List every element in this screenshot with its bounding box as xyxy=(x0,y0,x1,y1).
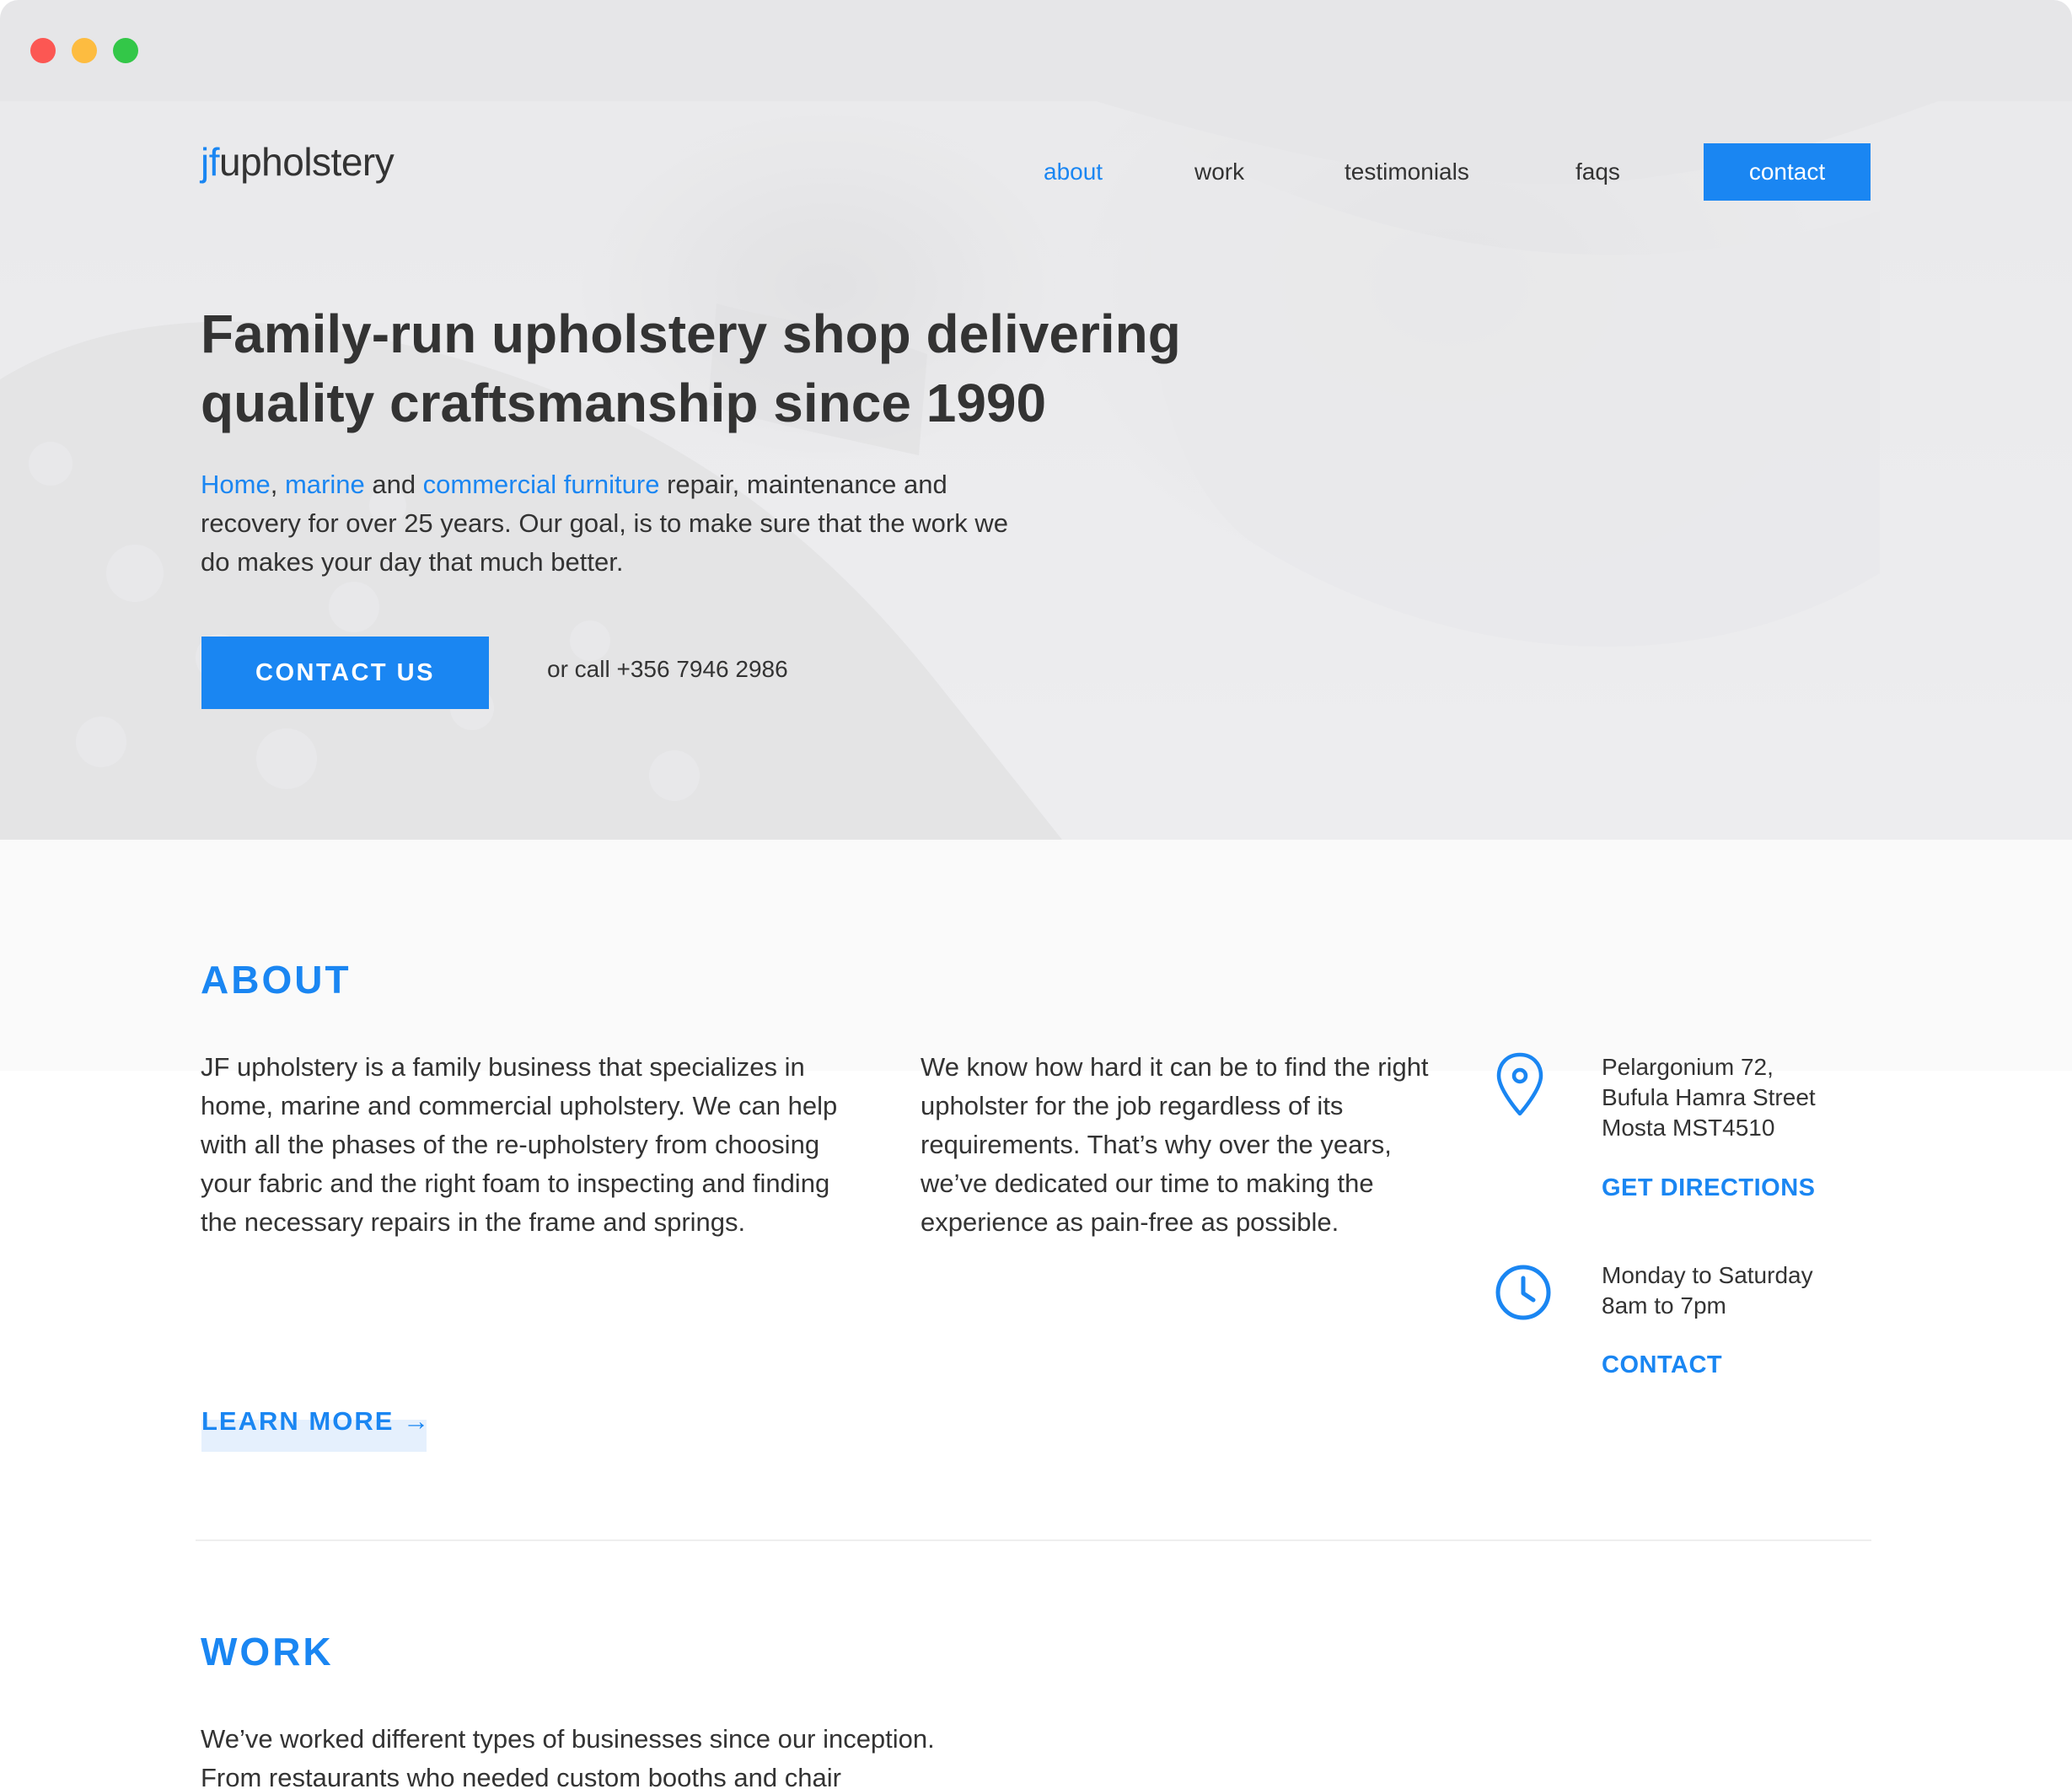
about-title: ABOUT xyxy=(201,958,352,1002)
get-directions-link[interactable]: GET DIRECTIONS xyxy=(1602,1174,1816,1202)
hours-line-1: Monday to Saturday xyxy=(1602,1262,1813,1288)
nav-about[interactable]: about xyxy=(1044,158,1103,185)
hero-headline-line1: Family-run upholstery shop delivering xyxy=(201,304,1181,364)
hours-line-2: 8am to 7pm xyxy=(1602,1292,1726,1319)
address-line-2: Bufula Hamra Street xyxy=(1602,1084,1816,1110)
learn-more-link[interactable]: LEARN MORE → xyxy=(201,1406,431,1437)
hero-headline-line2: quality craftsmanship since 1990 xyxy=(201,373,1047,433)
about-band-background xyxy=(0,840,2072,1071)
nav-work[interactable]: work xyxy=(1194,158,1244,185)
clock-icon xyxy=(1495,1265,1551,1320)
work-paragraph-line1: We’ve worked different types of business… xyxy=(201,1724,935,1754)
hero-headline: Family-run upholstery shop delivering qu… xyxy=(201,299,1212,438)
link-commercial-furniture[interactable]: commercial furniture xyxy=(423,470,660,499)
address-text: Pelargonium 72, Bufula Hamra Street Most… xyxy=(1602,1052,1816,1143)
nav-contact-button[interactable]: contact xyxy=(1704,143,1871,201)
site-logo[interactable]: jfupholstery xyxy=(201,139,395,185)
link-marine[interactable]: marine xyxy=(285,470,365,499)
hero-description: Home, marine and commercial furniture re… xyxy=(201,465,1010,582)
work-paragraph-line2: From restaurants who needed custom booth… xyxy=(201,1763,841,1789)
window-maximize-button[interactable] xyxy=(113,38,138,63)
about-paragraph-1: JF upholstery is a family business that … xyxy=(201,1052,838,1237)
section-divider xyxy=(196,1539,1871,1541)
address-line-1: Pelargonium 72, xyxy=(1602,1054,1774,1080)
opening-hours-text: Monday to Saturday 8am to 7pm xyxy=(1602,1260,1813,1321)
map-pin-icon xyxy=(1496,1052,1543,1116)
call-phone-text: or call +356 7946 2986 xyxy=(547,656,788,682)
logo-mark: jf xyxy=(201,140,220,184)
work-title: WORK xyxy=(201,1630,334,1673)
nav-testimonials[interactable]: testimonials xyxy=(1345,158,1469,185)
contact-link[interactable]: CONTACT xyxy=(1602,1351,1722,1379)
link-home[interactable]: Home xyxy=(201,470,271,499)
about-paragraph-2: We know how hard it can be to find the r… xyxy=(921,1052,1429,1237)
browser-title-bar xyxy=(0,0,2072,101)
nav-faqs[interactable]: faqs xyxy=(1575,158,1620,185)
work-paragraph: We’ve worked different types of business… xyxy=(201,1720,1296,1789)
hero-comma: , xyxy=(270,470,278,499)
window-minimize-button[interactable] xyxy=(72,38,97,63)
address-line-3: Mosta MST4510 xyxy=(1602,1115,1775,1141)
hero-and: and xyxy=(364,470,423,499)
window-close-button[interactable] xyxy=(30,38,56,63)
contact-us-button[interactable]: CONTACT US xyxy=(201,637,489,709)
logo-text: upholstery xyxy=(219,140,395,184)
